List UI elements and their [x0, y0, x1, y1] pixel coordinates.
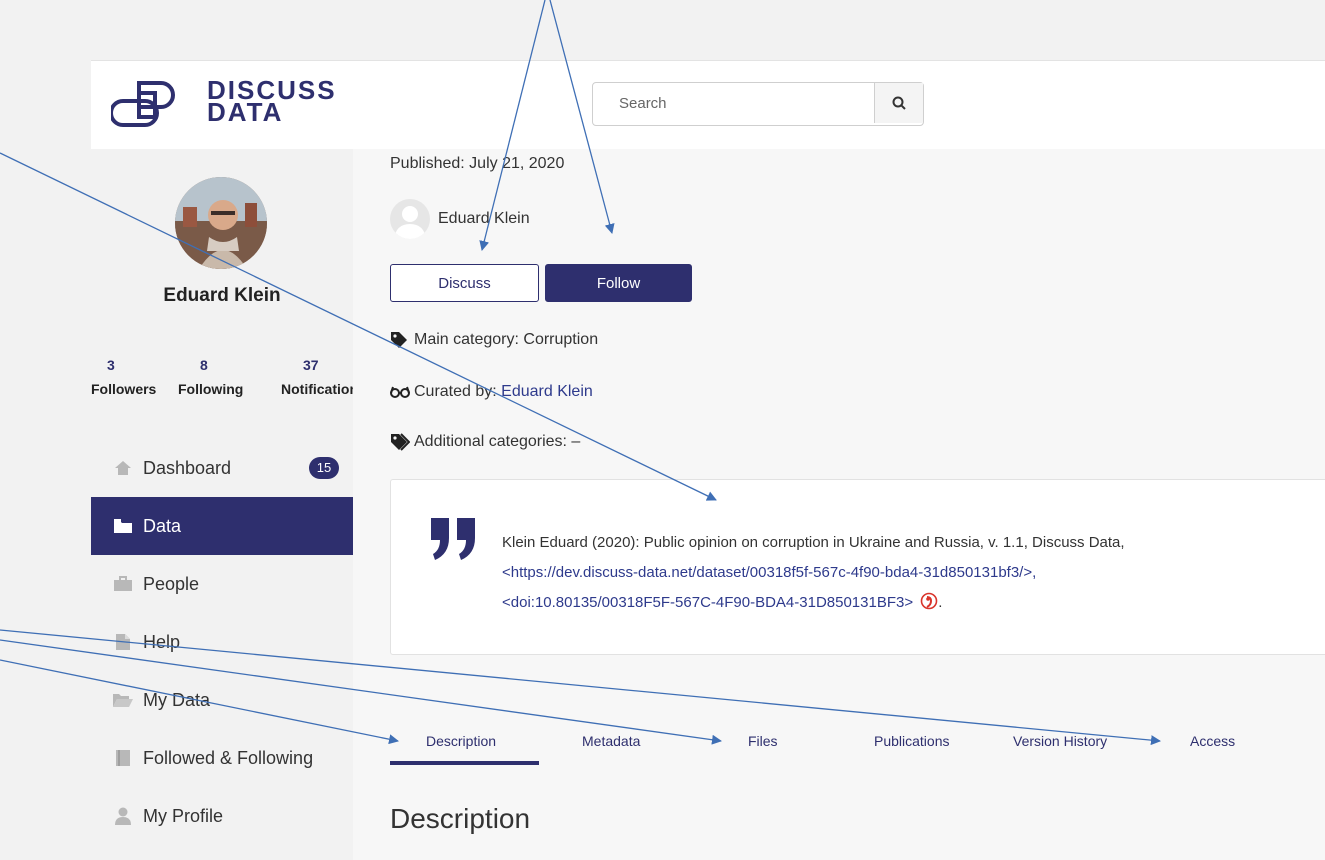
sidebar-item-label: My Profile [143, 805, 224, 826]
curator-link[interactable]: Eduard Klein [501, 383, 593, 401]
profile-stats: 3 Followers 8 Following 37 Notifications [81, 357, 353, 407]
follow-button[interactable]: Follow [545, 264, 692, 302]
briefcase-icon [111, 574, 135, 594]
main-category: Main category: Corruption [390, 331, 598, 349]
sidebar-item-data[interactable]: Data [91, 497, 353, 555]
author-row[interactable]: Eduard Klein [390, 199, 530, 239]
citation-text: Klein Eduard (2020): Public opinion on c… [502, 528, 1325, 618]
sidebar: Eduard Klein 3 Followers 8 Following 37 … [91, 149, 353, 860]
search-input[interactable] [593, 83, 899, 123]
tag-icon [390, 331, 410, 349]
citation-doi-link[interactable]: <doi:10.80135/00318F5F-567C-4F90-BDA4-31… [502, 594, 913, 611]
profile-avatar[interactable] [175, 177, 267, 269]
curated-by-prefix: Curated by: [414, 383, 502, 400]
sidebar-item-label: My Data [143, 689, 211, 710]
sidebar-item-my-profile[interactable]: My Profile [91, 787, 353, 845]
citation-line-1: Klein Eduard (2020): Public opinion on c… [502, 534, 1125, 551]
curated-by: Curated by: Eduard Klein [390, 383, 593, 401]
search-button[interactable] [874, 83, 923, 123]
sidebar-item-label: Data [143, 515, 182, 536]
dashboard-badge: 15 [309, 457, 339, 479]
doi-icon[interactable] [920, 592, 938, 610]
dataset-tabs: Description Metadata Files Publications … [390, 727, 1325, 767]
sidebar-item-label: People [143, 573, 200, 594]
discuss-button[interactable]: Discuss [390, 264, 539, 302]
active-tab-indicator [390, 761, 539, 765]
sidebar-item-dashboard[interactable]: Dashboard 15 [91, 439, 353, 497]
published-date: Published: July 21, 2020 [390, 155, 565, 172]
avatar-photo [175, 177, 267, 269]
followers-count: 3 [107, 357, 115, 373]
sidebar-item-people[interactable]: People [91, 555, 353, 613]
logo-text: DISCUSS DATA [207, 77, 337, 125]
search-box [592, 82, 924, 126]
main-category-text: Main category: Corruption [414, 331, 599, 348]
folder-open-icon [111, 690, 135, 710]
search-icon [892, 96, 906, 110]
quote-icon [429, 516, 479, 565]
sidebar-nav: Dashboard 15 Data People Help My Data Fo… [91, 439, 353, 845]
glasses-icon [390, 383, 410, 401]
book-icon [111, 748, 135, 768]
user-icon [111, 806, 135, 826]
additional-categories: Additional categories: – [390, 433, 580, 451]
tab-publications[interactable]: Publications [874, 733, 950, 749]
stat-following[interactable]: 8 Following [178, 357, 243, 397]
tags-icon [390, 433, 410, 451]
tab-files[interactable]: Files [748, 733, 778, 749]
citation-url-link[interactable]: <https://dev.discuss-data.net/dataset/00… [502, 558, 1325, 588]
top-bar: DISCUSS DATA [91, 61, 1325, 149]
tab-metadata[interactable]: Metadata [582, 733, 640, 749]
tab-version-history[interactable]: Version History [1013, 733, 1107, 749]
sidebar-item-label: Followed & Following [143, 747, 314, 768]
sidebar-item-followed-following[interactable]: Followed & Following [91, 729, 353, 787]
notifications-count: 37 [303, 357, 319, 373]
sidebar-item-help[interactable]: Help [91, 613, 353, 671]
author-name: Eduard Klein [438, 210, 530, 227]
following-label: Following [178, 381, 244, 397]
file-icon [111, 632, 135, 652]
notifications-label: Notifications [281, 381, 353, 397]
sidebar-item-my-data[interactable]: My Data [91, 671, 353, 729]
citation-end: . [938, 594, 943, 611]
home-icon [111, 458, 135, 478]
stat-notifications[interactable]: 37 Notifications [281, 357, 353, 397]
tab-description[interactable]: Description [426, 733, 496, 749]
followers-label: Followers [91, 381, 157, 397]
folder-icon [111, 516, 135, 536]
logo-mark-icon [111, 81, 175, 127]
section-heading: Description [390, 803, 531, 834]
following-count: 8 [200, 357, 208, 373]
app-window: DISCUSS DATA Search Eduard Klein 3 Follo… [91, 60, 1325, 860]
sidebar-item-label: Dashboard [143, 457, 232, 478]
additional-categories-text: Additional categories: – [414, 433, 581, 450]
profile-name[interactable]: Eduard Klein [91, 285, 353, 307]
user-placeholder-icon [394, 206, 426, 239]
citation-box: Klein Eduard (2020): Public opinion on c… [390, 479, 1325, 655]
stat-followers[interactable]: 3 Followers [91, 357, 156, 397]
dataset-content: Published: July 21, 2020 Eduard Klein Di… [353, 149, 1325, 860]
author-avatar [390, 199, 430, 239]
sidebar-item-label: Help [143, 631, 181, 652]
discuss-data-logo[interactable]: DISCUSS DATA [111, 77, 335, 133]
tab-access[interactable]: Access [1190, 733, 1235, 749]
